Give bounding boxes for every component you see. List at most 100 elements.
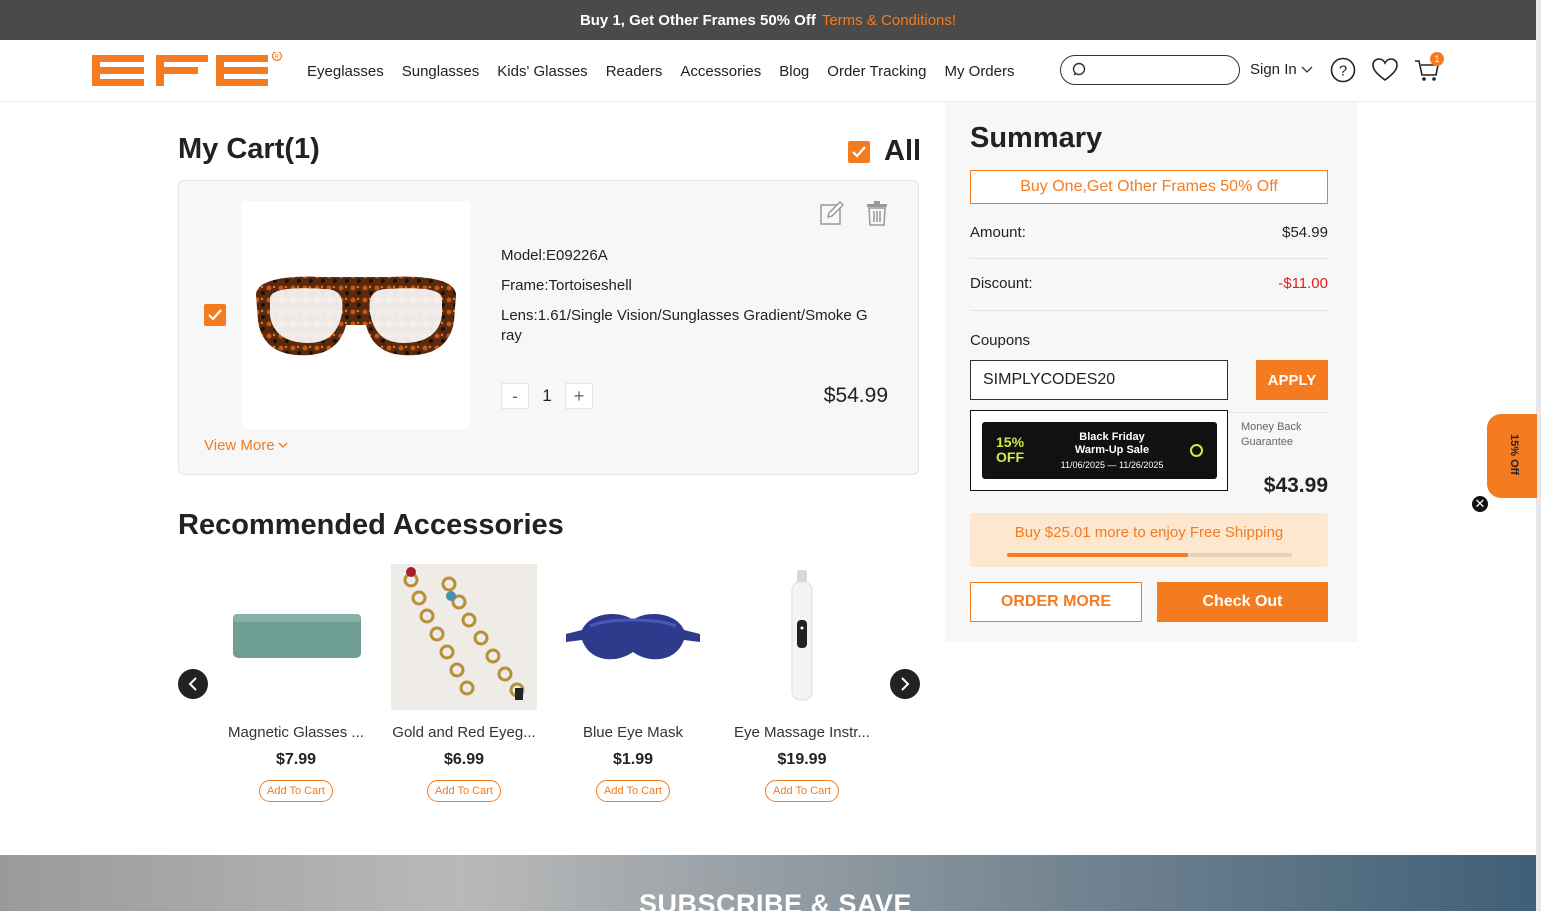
nav-kids-glasses[interactable]: Kids' Glasses bbox=[497, 63, 587, 80]
nav-order-tracking[interactable]: Order Tracking bbox=[827, 63, 926, 80]
order-more-button[interactable]: ORDER MORE bbox=[970, 582, 1142, 622]
sign-in-label: Sign In bbox=[1250, 61, 1297, 78]
item-frame: Frame:Tortoiseshell bbox=[501, 277, 632, 294]
select-all-label: All bbox=[884, 135, 922, 167]
nav-readers[interactable]: Readers bbox=[606, 63, 663, 80]
search-icon bbox=[1072, 62, 1086, 76]
main-nav: Eyeglasses Sunglasses Kids' Glasses Read… bbox=[307, 40, 1015, 102]
coupon-dates: 11/06/2025 — 11/26/2025 bbox=[1060, 460, 1164, 470]
nav-my-orders[interactable]: My Orders bbox=[944, 63, 1014, 80]
item-model: Model:E09226A bbox=[501, 247, 608, 264]
eyeglasses-image bbox=[256, 276, 456, 356]
accessory-price: $6.99 bbox=[443, 751, 485, 768]
accessory-price: $19.99 bbox=[777, 751, 827, 768]
apply-coupon-button[interactable]: APPLY bbox=[1256, 360, 1328, 400]
nav-sunglasses[interactable]: Sunglasses bbox=[402, 63, 480, 80]
help-icon[interactable]: ? bbox=[1329, 56, 1357, 84]
select-all-checkbox[interactable] bbox=[848, 140, 870, 163]
item-lens: Lens:1.61/Single Vision/Sunglasses Gradi… bbox=[501, 307, 868, 344]
wishlist-heart-icon[interactable] bbox=[1371, 56, 1399, 84]
discount-value: -$11.00 bbox=[1278, 275, 1328, 292]
summary-title: Summary bbox=[970, 122, 1103, 154]
quantity-stepper: - 1 + bbox=[501, 383, 593, 409]
carousel-prev-button[interactable] bbox=[178, 669, 208, 699]
eye-massager-image bbox=[729, 564, 875, 710]
close-icon[interactable]: ✕ bbox=[1470, 494, 1490, 514]
checkmark-icon bbox=[852, 145, 866, 158]
page-title: My Cart(1) bbox=[178, 133, 320, 165]
cart-count-badge: 1 bbox=[1430, 52, 1444, 66]
guarantee-line: Guarantee bbox=[1241, 436, 1293, 448]
coupon-popup-card[interactable]: 15% OFF Black Friday Warm-Up Sale 11/06/… bbox=[982, 422, 1217, 479]
add-to-cart-button[interactable]: Add To Cart bbox=[427, 780, 501, 802]
eye-mask-image bbox=[560, 564, 706, 710]
coupon-percent: 15% bbox=[996, 434, 1025, 450]
trash-icon[interactable] bbox=[864, 200, 890, 226]
promo-text: Buy 1, Get Other Frames 50% Off bbox=[579, 11, 816, 29]
sign-in-menu[interactable]: Sign In bbox=[1250, 61, 1313, 78]
product-image[interactable] bbox=[242, 201, 470, 429]
accessory-price: $1.99 bbox=[612, 751, 654, 768]
nav-eyeglasses[interactable]: Eyeglasses bbox=[307, 63, 384, 80]
accessory-card[interactable]: Magnetic Glasses ... $7.99 Add To Cart bbox=[221, 564, 371, 802]
add-to-cart-button[interactable]: Add To Cart bbox=[596, 780, 670, 802]
item-price: $54.99 bbox=[823, 384, 888, 407]
accessory-price: $7.99 bbox=[275, 751, 317, 768]
accessory-name: Gold and Red Eyeg... bbox=[392, 724, 536, 741]
chevron-right-icon bbox=[901, 677, 910, 691]
shipping-progress-fill bbox=[1007, 553, 1188, 557]
total-value: $43.99 bbox=[1263, 474, 1328, 497]
svg-text:?: ? bbox=[1339, 63, 1347, 80]
coupon-title: Black Friday Warm-Up Sale bbox=[1042, 431, 1182, 457]
qty-plus-button[interactable]: + bbox=[565, 383, 593, 409]
qty-minus-button[interactable]: - bbox=[501, 383, 529, 409]
discount-label: Discount: bbox=[970, 275, 1033, 292]
select-all[interactable]: All bbox=[848, 135, 921, 168]
glasses-chain-image bbox=[391, 564, 537, 710]
efe-logo[interactable]: R bbox=[92, 52, 284, 90]
checkmark-icon bbox=[208, 309, 222, 321]
discount-side-tab[interactable]: 15% Off bbox=[1487, 414, 1537, 498]
chevron-down-icon bbox=[278, 442, 288, 448]
amount-row: Amount: $54.99 bbox=[970, 224, 1328, 241]
checkout-button[interactable]: Check Out bbox=[1157, 582, 1328, 622]
recommended-title: Recommended Accessories bbox=[178, 509, 564, 541]
coupon-popup[interactable]: 15% OFF Black Friday Warm-Up Sale 11/06/… bbox=[970, 410, 1228, 491]
coupon-title-line1: Black Friday bbox=[1079, 431, 1145, 443]
promo-banner[interactable]: Buy One,Get Other Frames 50% Off bbox=[970, 170, 1328, 204]
accessory-name: Magnetic Glasses ... bbox=[228, 724, 364, 741]
side-tab-text: 15% Off bbox=[1508, 434, 1520, 475]
divider bbox=[970, 258, 1328, 259]
coupon-off: OFF bbox=[996, 449, 1025, 465]
coupon-status-icon bbox=[1190, 444, 1203, 457]
site-header: R Eyeglasses Sunglasses Kids' Glasses Re… bbox=[0, 40, 1536, 102]
add-to-cart-button[interactable]: Add To Cart bbox=[765, 780, 839, 802]
item-checkbox[interactable] bbox=[204, 304, 226, 326]
view-more-label: View More bbox=[204, 437, 275, 454]
coupon-discount: 15% OFF bbox=[996, 435, 1024, 465]
qty-value: 1 bbox=[542, 386, 552, 405]
nav-accessories[interactable]: Accessories bbox=[680, 63, 761, 80]
accessory-card[interactable]: Blue Eye Mask $1.99 Add To Cart bbox=[558, 564, 708, 802]
money-back-guarantee: Money Back Guarantee bbox=[1241, 420, 1302, 450]
accessory-card[interactable]: Eye Massage Instr... $19.99 Add To Cart bbox=[727, 564, 877, 802]
svg-text:R: R bbox=[275, 55, 280, 61]
edit-icon[interactable] bbox=[819, 200, 845, 226]
subscribe-title: SUBSCRIBE & SAVE bbox=[639, 889, 913, 911]
carousel-next-button[interactable] bbox=[890, 669, 920, 699]
amount-label: Amount: bbox=[970, 224, 1026, 241]
search-input[interactable] bbox=[1060, 55, 1240, 85]
free-shipping-progress: Buy $25.01 more to enjoy Free Shipping bbox=[970, 513, 1328, 567]
chevron-left-icon bbox=[188, 677, 197, 691]
accessory-card[interactable]: Gold and Red Eyeg... $6.99 Add To Cart bbox=[389, 564, 539, 802]
coupon-input[interactable]: SIMPLYCODES20 bbox=[970, 360, 1228, 400]
money-back-line: Money Back bbox=[1241, 421, 1302, 433]
nav-blog[interactable]: Blog bbox=[779, 63, 809, 80]
coupons-label: Coupons bbox=[970, 332, 1031, 349]
add-to-cart-button[interactable]: Add To Cart bbox=[259, 780, 333, 802]
terms-link[interactable]: Terms & Conditions! bbox=[822, 12, 956, 29]
divider bbox=[970, 310, 1328, 311]
view-more-link[interactable]: View More bbox=[204, 437, 288, 454]
coupon-title-line2: Warm-Up Sale bbox=[1074, 444, 1150, 456]
order-summary: Summary Buy One,Get Other Frames 50% Off… bbox=[945, 102, 1357, 642]
